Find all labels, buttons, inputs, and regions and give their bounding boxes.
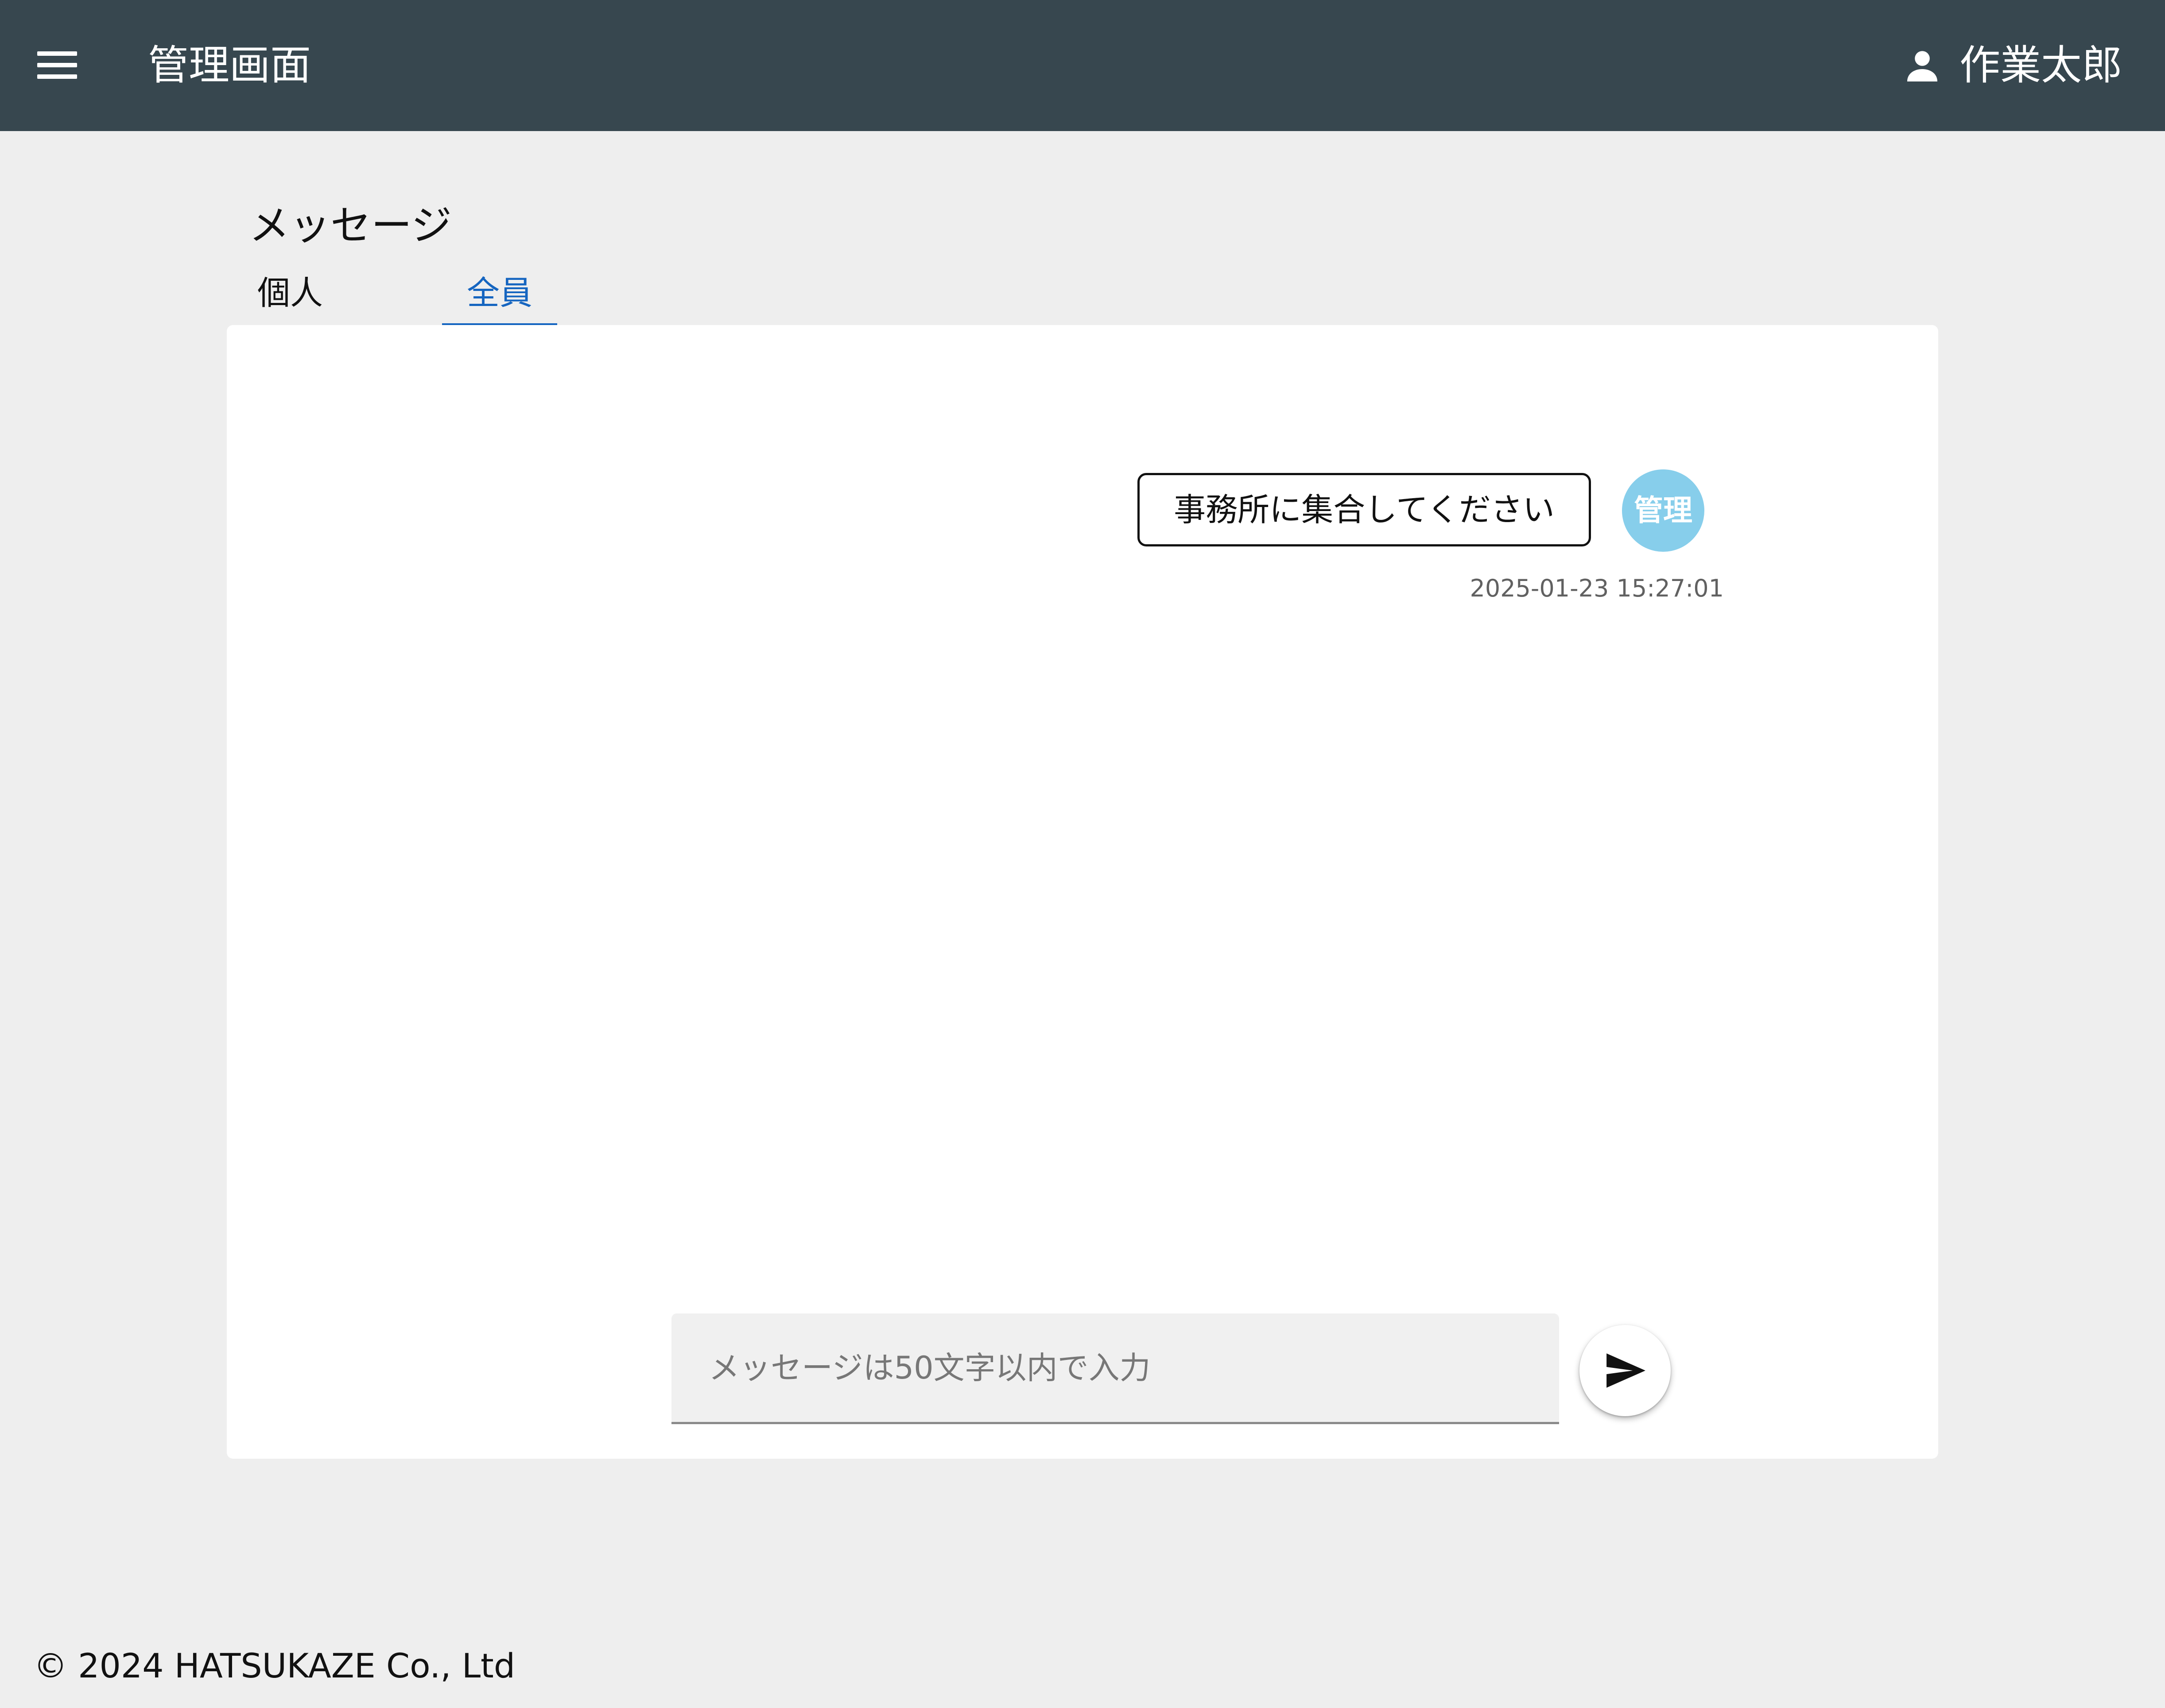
app-title: 管理画面 [148, 42, 311, 89]
app-root: 管理画面 作業太郎 メッセージ 個人 全員 事務所に集合してください 管理 20… [0, 0, 2165, 1708]
tab-all[interactable]: 全員 [442, 271, 557, 326]
message-timestamp: 2025-01-23 15:27:01 [1470, 574, 1724, 602]
user-name: 作業太郎 [1959, 42, 2122, 89]
footer-copyright: © 2024 HATSUKAZE Co., Ltd [34, 1646, 516, 1685]
message-input-field[interactable] [671, 1313, 1559, 1424]
page-title: メッセージ [249, 202, 452, 249]
top-app-bar: 管理画面 作業太郎 [0, 0, 2165, 131]
tab-individual[interactable]: 個人 [248, 271, 332, 326]
menu-icon[interactable] [37, 51, 77, 79]
send-button[interactable] [1579, 1325, 1671, 1416]
sender-avatar: 管理 [1622, 469, 1704, 552]
send-icon [1606, 1353, 1645, 1388]
message-panel: 事務所に集合してください 管理 2025-01-23 15:27:01 [227, 325, 1938, 1459]
message-bubble: 事務所に集合してください [1137, 473, 1591, 546]
message-input[interactable] [671, 1313, 1559, 1422]
user-menu[interactable]: 作業太郎 [1901, 38, 2122, 93]
person-icon [1907, 51, 1937, 81]
